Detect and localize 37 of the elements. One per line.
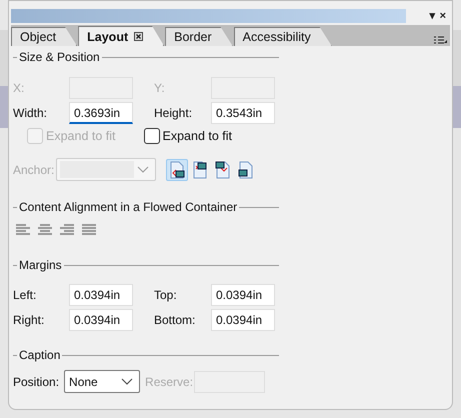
tab[interactable]: Object (11, 27, 78, 46)
checkbox[interactable] (144, 128, 160, 144)
field-label: X: (13, 81, 26, 95)
panel-menu-button[interactable]: ▾ (430, 10, 436, 22)
checkbox-label: Expand to fit (162, 129, 232, 143)
tab[interactable]: Border (165, 27, 233, 46)
section-title: Caption (18, 348, 62, 362)
field-label: Bottom: (154, 313, 196, 327)
close-button[interactable]: × (440, 10, 446, 22)
chevron-down-icon (137, 166, 150, 173)
anchor-icon[interactable] (166, 158, 188, 180)
section-title: Content Alignment in a Flowed Container (18, 200, 238, 214)
field-label: Y: (154, 81, 166, 95)
anchor-label: Anchor: (13, 162, 54, 176)
position-dropdown[interactable]: None (64, 370, 140, 393)
input-field[interactable]: 0.0394in (69, 284, 133, 306)
field-label: Left: (13, 288, 38, 302)
options-menu-icon[interactable] (433, 36, 447, 44)
input-field[interactable]: 0.3693in (69, 102, 133, 124)
input-field[interactable]: 0.0394in (211, 284, 275, 306)
anchor-dropdown[interactable] (56, 158, 156, 181)
field-label: Reserve: (145, 374, 194, 388)
field-label: Position: (13, 374, 60, 388)
tab[interactable]: Layout (78, 26, 164, 46)
chevron-down-icon (121, 378, 134, 385)
field-label: Top: (154, 288, 178, 302)
checkbox-label: Expand to fit (46, 129, 116, 143)
input-field[interactable]: 0.0394in (69, 309, 133, 331)
input-field[interactable]: 0.3543in (211, 102, 275, 124)
field-label: Right: (13, 313, 46, 327)
field-label: Width: (13, 106, 48, 120)
close-icon[interactable] (134, 32, 144, 41)
section-title: Margins (18, 258, 63, 272)
field-label: Height: (154, 106, 194, 120)
section-title: Size & Position (18, 50, 101, 64)
input-field[interactable]: 0.0394in (211, 309, 275, 331)
tab[interactable]: Accessibility (234, 27, 332, 46)
